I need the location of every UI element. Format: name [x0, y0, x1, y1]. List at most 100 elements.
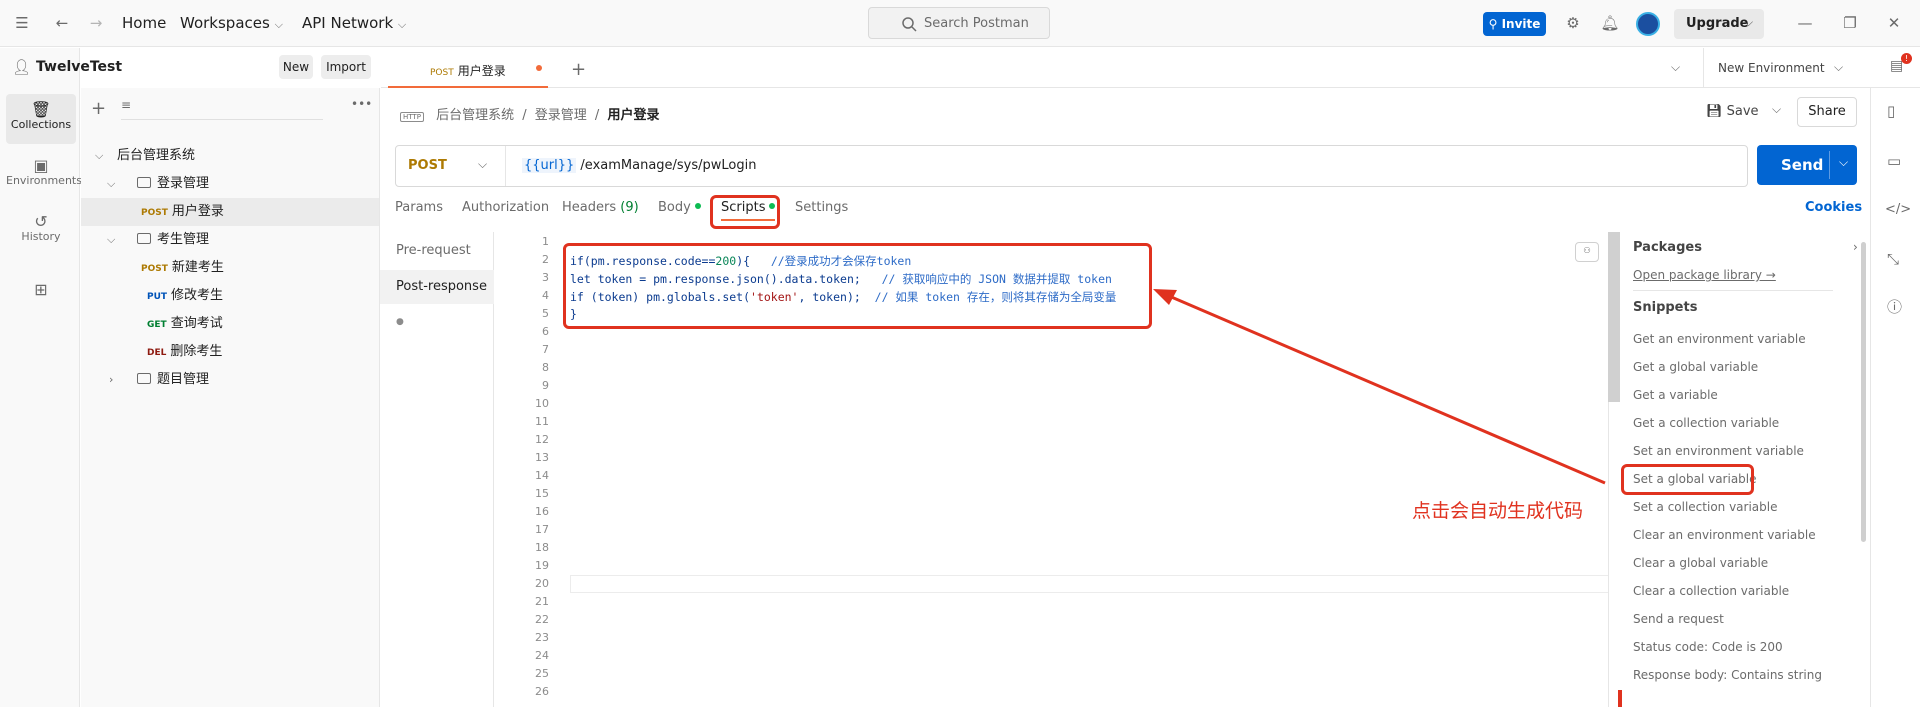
tree-item-root[interactable]: ⌵ 后台管理系统 — [81, 142, 379, 170]
post-response-label: Post-response — [396, 279, 487, 294]
tree-folder-candidates[interactable]: ⌵ 考生管理 — [81, 226, 379, 254]
tree-folder-login[interactable]: ⌵ 登录管理 — [81, 170, 379, 198]
breadcrumb-separator: / — [522, 108, 527, 123]
snippet-item[interactable]: Set an environment variable — [1633, 444, 1804, 458]
current-line-highlight — [570, 575, 1613, 593]
tree-request-edit-candidate[interactable]: PUT 修改考生 — [81, 282, 379, 310]
close-icon[interactable]: ✕ — [1884, 13, 1904, 33]
chevron-down-icon[interactable]: ⌵ — [1671, 60, 1680, 75]
snippet-item[interactable]: Set a collection variable — [1633, 500, 1778, 514]
restore-icon[interactable]: ❐ — [1840, 13, 1860, 33]
url-input[interactable]: {{url}} /examManage/sys/pwLogin — [522, 158, 757, 173]
line-number: 8 — [542, 361, 549, 374]
chevron-down-icon[interactable]: ⌵ — [1772, 102, 1781, 117]
minimize-icon[interactable]: — — [1795, 13, 1815, 33]
snippet-item[interactable]: Get a collection variable — [1633, 416, 1779, 430]
breadcrumb-item[interactable]: 登录管理 — [535, 108, 587, 123]
chevron-down-icon[interactable]: ⌵ — [1839, 155, 1848, 170]
new-button[interactable]: New — [279, 55, 313, 79]
environment-select[interactable]: New Environment ⌵ — [1703, 48, 1853, 88]
post-response-item[interactable]: Post-response ● — [380, 270, 494, 327]
code-icon[interactable]: </> — [1885, 202, 1911, 217]
invite-button[interactable]: ⚲ Invite — [1483, 12, 1546, 36]
chevron-down-icon[interactable]: ⌵ — [1744, 15, 1753, 30]
snippet-item[interactable]: Clear a global variable — [1633, 556, 1768, 570]
unsaved-dot-icon — [536, 65, 542, 71]
new-tab-icon[interactable]: + — [571, 59, 586, 80]
snippet-item[interactable]: Send a request — [1633, 612, 1724, 626]
save-button[interactable]: 💾︎ Save — [1706, 104, 1759, 119]
snippet-item[interactable]: Get an environment variable — [1633, 332, 1806, 346]
home-link[interactable]: Home — [122, 14, 166, 32]
ai-assist-icon[interactable]: ⚇ — [1575, 242, 1599, 262]
invite-label: Invite — [1501, 17, 1541, 31]
share-button[interactable]: Share — [1797, 97, 1857, 127]
send-divider — [1829, 151, 1830, 179]
snippet-item[interactable]: Clear an environment variable — [1633, 528, 1816, 542]
breadcrumb-separator: / — [594, 108, 600, 123]
settings-gear-icon[interactable]: ⚙ — [1563, 13, 1583, 33]
snippet-item[interactable]: Response body: Contains string — [1633, 668, 1822, 682]
notification-bell-icon[interactable]: 🔔︎ — [1600, 13, 1620, 33]
tab-params[interactable]: Params — [395, 200, 443, 215]
scrollbar[interactable] — [1861, 242, 1866, 542]
back-arrow-icon[interactable]: ← — [52, 13, 72, 33]
line-number: 3 — [542, 271, 549, 284]
more-options-icon[interactable]: ••• — [351, 97, 372, 111]
comments-icon[interactable]: ▭ — [1887, 152, 1901, 170]
chevron-right-icon[interactable]: › — [1853, 240, 1858, 254]
api-network-menu[interactable]: API Network ⌵ — [302, 14, 406, 32]
tab-request-login[interactable]: POST 用户登录 — [388, 48, 548, 88]
tab-settings[interactable]: Settings — [795, 200, 848, 215]
related-collections-icon[interactable]: ⤡ — [1887, 250, 1899, 268]
workspace-name[interactable]: TwelveTest — [36, 59, 122, 75]
documentation-icon[interactable]: ▯ — [1887, 102, 1895, 120]
breadcrumb: HTTP 后台管理系统 / 登录管理 / 用户登录 — [400, 104, 659, 123]
workspaces-menu[interactable]: Workspaces ⌵ — [180, 14, 283, 32]
rail-label: History — [21, 230, 61, 243]
tab-body[interactable]: Body — [658, 200, 701, 215]
menu-icon[interactable]: ☰ — [12, 13, 32, 33]
environments-icon: ▣ — [33, 156, 49, 175]
chevron-down-icon: ⌵ — [274, 18, 283, 31]
rail-item-apps[interactable]: ⊞ — [6, 274, 76, 324]
line-number: 21 — [535, 595, 549, 608]
snippet-item[interactable]: Get a global variable — [1633, 360, 1758, 374]
send-button[interactable]: Send ⌵ — [1757, 145, 1857, 185]
info-icon[interactable]: ⓘ — [1887, 296, 1902, 317]
breadcrumb-item[interactable]: 后台管理系统 — [436, 108, 514, 123]
add-collection-icon[interactable]: + — [91, 98, 106, 119]
tab-headers[interactable]: Headers (9) — [562, 200, 639, 215]
snippet-item[interactable]: Status code: Code is 200 — [1633, 640, 1783, 654]
tab-authorization[interactable]: Authorization — [462, 200, 549, 215]
rail-item-collections[interactable]: 🗑︎ Collections — [6, 94, 76, 144]
tree-request-login[interactable]: POST 用户登录 — [81, 198, 379, 226]
filter-input[interactable]: ≡ — [121, 98, 323, 120]
avatar[interactable] — [1636, 12, 1660, 36]
tree-request-query-exam[interactable]: GET 查询考试 — [81, 310, 379, 338]
open-package-library-link[interactable]: Open package library → — [1633, 268, 1776, 282]
line-number: 24 — [535, 649, 549, 662]
pre-request-item[interactable]: Pre-request — [380, 234, 494, 268]
line-number: 9 — [542, 379, 549, 392]
method-select[interactable]: POST ⌵ — [396, 146, 506, 186]
line-number: 2 — [542, 253, 549, 266]
left-rail: 🗑︎ Collections ▣ Environments ↺ History … — [0, 48, 82, 707]
search-input[interactable]: Search Postman — [868, 7, 1050, 39]
snippet-item[interactable]: Get a variable — [1633, 388, 1718, 402]
folder-icon — [137, 233, 151, 244]
breadcrumb-current: 用户登录 — [607, 108, 660, 123]
import-button[interactable]: Import — [321, 55, 371, 79]
cookies-link[interactable]: Cookies — [1805, 200, 1862, 215]
snippet-item[interactable]: Clear a collection variable — [1633, 584, 1789, 598]
forward-arrow-icon[interactable]: → — [86, 13, 106, 33]
tree-folder-questions[interactable]: › 题目管理 — [81, 366, 379, 394]
code-highlight — [563, 243, 1152, 329]
tree-request-new-candidate[interactable]: POST 新建考生 — [81, 254, 379, 282]
tree-request-delete-candidate[interactable]: DEL 删除考生 — [81, 338, 379, 366]
scroll-marker — [1618, 690, 1622, 707]
rail-item-history[interactable]: ↺ History — [6, 206, 76, 256]
editor-scrollbar[interactable] — [1608, 232, 1620, 402]
rail-item-environments[interactable]: ▣ Environments — [6, 150, 82, 200]
upgrade-button[interactable]: Upgrade ⌵ — [1674, 9, 1764, 39]
